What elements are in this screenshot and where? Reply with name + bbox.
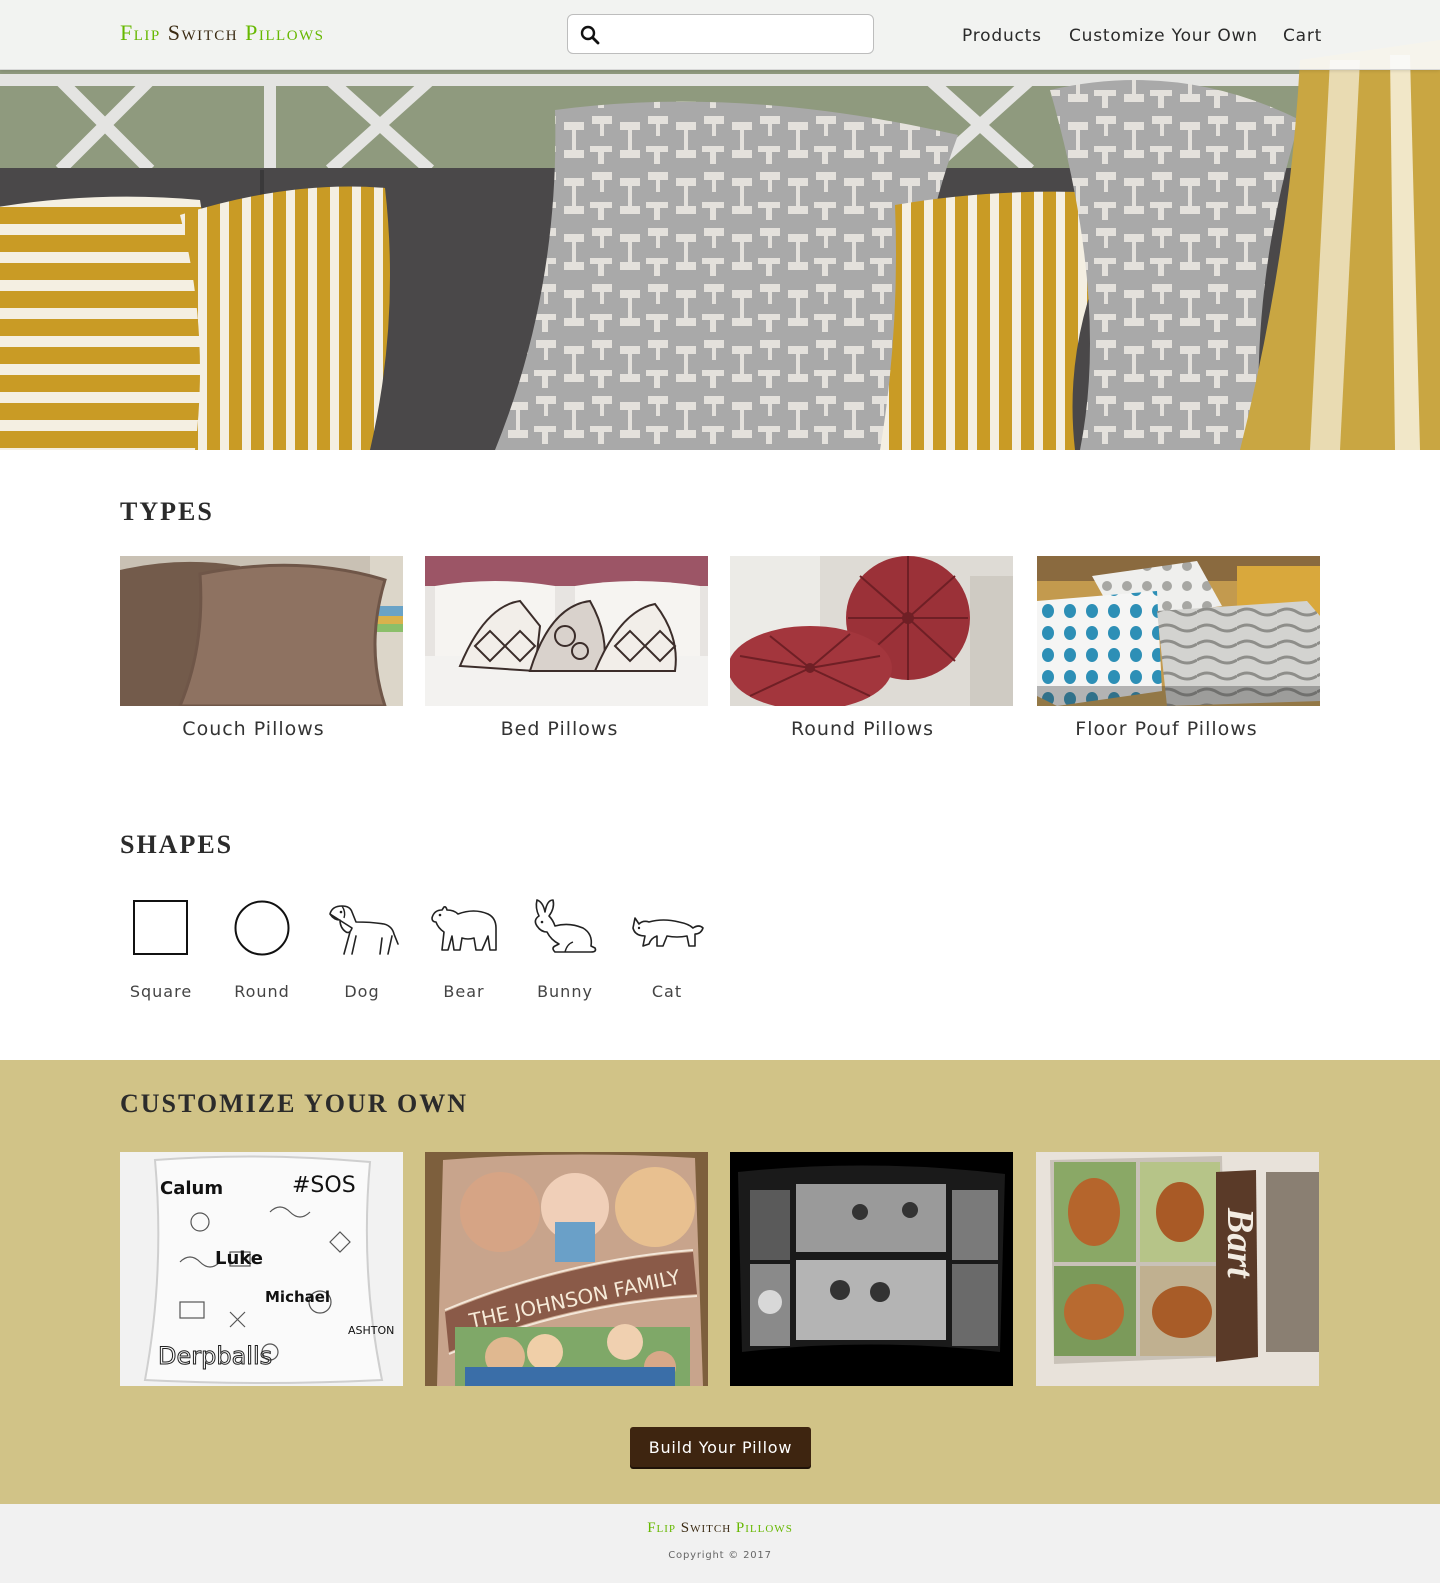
doodle-name-luke: Luke	[215, 1248, 263, 1269]
doodle-name-ashton: ASHTON	[348, 1324, 394, 1337]
type-card-bed-image[interactable]	[425, 556, 708, 706]
custom-card-family-image[interactable]: THE JOHNSON FAMILY	[425, 1152, 708, 1386]
customize-section: CUSTOMIZE YOUR OWN Calum #SOS Luke Micha…	[0, 1060, 1440, 1504]
bear-icon	[431, 906, 497, 951]
nav-products-link[interactable]: Products	[962, 26, 1042, 46]
logo-word-flip: Flip	[120, 20, 161, 45]
doodle-name-derpballs: Derpballs	[158, 1342, 272, 1370]
nav-customize-link[interactable]: Customize Your Own	[1069, 26, 1258, 46]
custom-card-dog-collage-image[interactable]: Bart	[1036, 1152, 1319, 1386]
site-footer: Flip Switch Pillows Copyright © 2017	[0, 1504, 1440, 1583]
circle-icon	[234, 900, 290, 956]
custom-card-photo-collage-image[interactable]	[730, 1152, 1013, 1386]
custom-card-doodle-image[interactable]: Calum #SOS Luke Michael ASHTON Derpballs	[120, 1152, 403, 1386]
shape-option-bear[interactable]: Bear	[424, 888, 504, 1004]
logo-word-switch: Switch	[167, 20, 239, 45]
build-your-pillow-button[interactable]: Build Your Pillow	[630, 1427, 811, 1467]
bunny-icon	[534, 899, 597, 953]
customize-heading: CUSTOMIZE YOUR OWN	[120, 1089, 469, 1118]
type-label-bed[interactable]: Bed Pillows	[418, 718, 701, 740]
type-label-couch[interactable]: Couch Pillows	[112, 718, 395, 740]
shape-label-cat: Cat	[651, 982, 683, 1001]
type-card-floor-pouf-image[interactable]	[1037, 556, 1320, 706]
doodle-name-sos: #SOS	[292, 1173, 356, 1198]
dog-icon	[329, 905, 399, 955]
shape-option-square[interactable]: Square	[121, 888, 201, 1004]
nav-cart-link[interactable]: Cart	[1283, 26, 1322, 46]
type-card-couch-image[interactable]	[120, 556, 403, 706]
type-label-floor-pouf[interactable]: Floor Pouf Pillows	[1025, 718, 1308, 740]
search-icon[interactable]	[580, 25, 600, 45]
types-heading: TYPES	[120, 497, 214, 526]
shape-option-bunny[interactable]: Bunny	[525, 888, 605, 1004]
footer-logo-word-pillows: Pillows	[735, 1520, 793, 1536]
footer-logo-word-flip: Flip	[647, 1520, 677, 1536]
square-icon	[133, 900, 188, 955]
type-card-round-image[interactable]	[730, 556, 1013, 706]
search-box	[567, 14, 874, 54]
footer-logo[interactable]: Flip Switch Pillows	[0, 1520, 1440, 1537]
cat-icon	[632, 917, 704, 947]
dog-name-text: Bart	[1219, 1207, 1261, 1279]
logo-word-pillows: Pillows	[245, 20, 325, 45]
doodle-name-calum: Calum	[160, 1178, 223, 1199]
search-input[interactable]	[608, 21, 863, 47]
doodle-name-michael: Michael	[265, 1288, 330, 1306]
site-header: Flip Switch Pillows Products Customize Y…	[0, 0, 1440, 70]
site-logo[interactable]: Flip Switch Pillows	[120, 20, 325, 46]
shape-option-cat[interactable]: Cat	[627, 888, 707, 1004]
shapes-heading: SHAPES	[120, 830, 234, 859]
copyright-text: Copyright © 2017	[668, 1550, 772, 1561]
type-label-round[interactable]: Round Pillows	[721, 718, 1004, 740]
footer-logo-word-switch: Switch	[680, 1520, 732, 1536]
shape-option-dog[interactable]: Dog	[322, 888, 402, 1004]
shape-option-round[interactable]: Round	[222, 888, 302, 1004]
